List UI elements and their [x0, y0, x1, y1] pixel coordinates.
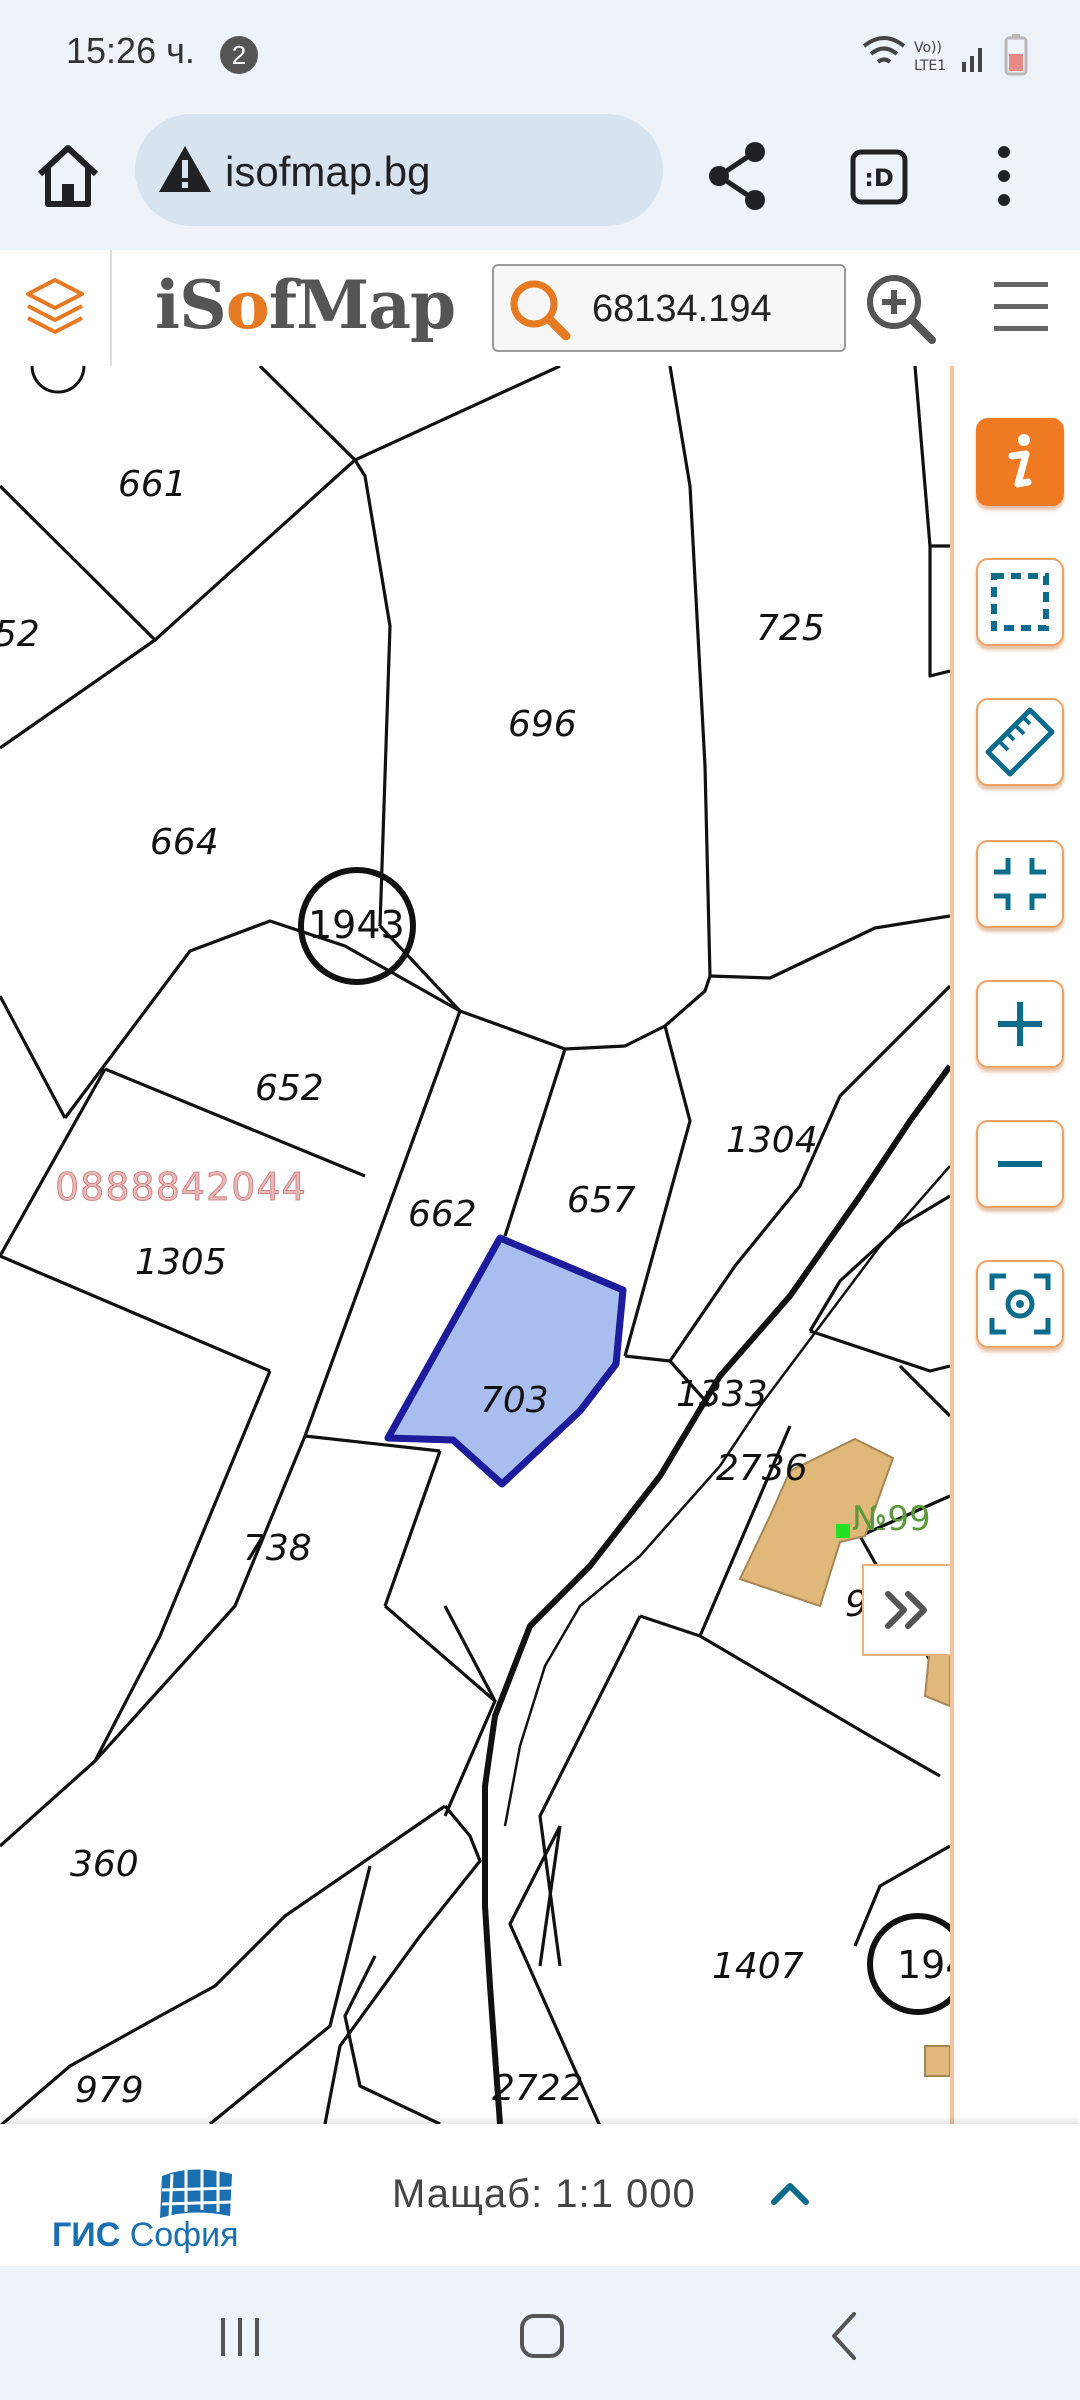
status-icons: Vo)) LTE1	[862, 34, 1028, 76]
more-options-icon[interactable]	[984, 138, 1024, 214]
status-time: 15:26 ч.	[66, 30, 195, 71]
building	[924, 2045, 950, 2077]
tab-switcher-icon[interactable]: :D	[848, 138, 910, 214]
wifi-icon	[862, 36, 906, 64]
volte-icon: Vo))	[914, 40, 942, 56]
search-input[interactable]: 68134.194	[492, 264, 846, 352]
plot-label: 1305	[135, 1242, 227, 1283]
layers-button[interactable]	[0, 250, 112, 366]
browser-toolbar: isofmap.bg :D	[0, 108, 1080, 250]
locate-icon	[989, 1273, 1051, 1335]
svg-text:LTE1: LTE1	[914, 58, 946, 74]
phone-watermark: 0888842044	[55, 1165, 307, 1209]
plot-label: 696	[508, 704, 577, 745]
minus-icon	[998, 1161, 1042, 1167]
plot-label: 979	[75, 2070, 144, 2111]
url-text[interactable]: isofmap.bg	[225, 148, 430, 196]
plus-icon	[998, 1002, 1042, 1046]
plot-label: 738	[243, 1528, 312, 1569]
plot-label: 725	[756, 608, 825, 649]
svg-text::D: :D	[864, 164, 894, 192]
layers-icon	[26, 278, 84, 334]
search-value[interactable]: 68134.194	[592, 288, 772, 331]
plot-label: 1333	[676, 1374, 768, 1415]
home-icon[interactable]	[30, 138, 106, 214]
select-area-button[interactable]	[976, 558, 1064, 646]
double-chevron-right-icon	[885, 1591, 927, 1629]
status-bar: 15:26 ч. 2 Vo)) LTE1	[0, 0, 1080, 108]
address-point	[836, 1524, 850, 1538]
warning-icon[interactable]	[155, 140, 215, 200]
plot-label: 657	[567, 1180, 636, 1221]
plot-label: 661	[118, 464, 187, 505]
zoom-to-icon[interactable]	[862, 270, 938, 346]
fullscreen-icon	[994, 858, 1046, 910]
cadastral-map[interactable]: 661 52 725 696 664 1943 652 1304 662 657…	[0, 366, 950, 2124]
share-icon[interactable]	[705, 138, 771, 214]
locate-button[interactable]	[976, 1260, 1064, 1348]
url-bar[interactable]: isofmap.bg	[135, 114, 663, 226]
map-view[interactable]: 661 52 725 696 664 1943 652 1304 662 657…	[0, 366, 950, 2124]
info-button[interactable]	[976, 418, 1064, 506]
zoom-out-button[interactable]	[976, 1120, 1064, 1208]
plot-label: 703	[480, 1380, 549, 1421]
plot-label: 360	[70, 1844, 139, 1885]
plot-label: 2722	[492, 2068, 584, 2109]
info-icon	[1008, 434, 1032, 488]
expand-panel-button[interactable]	[862, 1564, 950, 1656]
plot-label: 652	[255, 1068, 324, 1109]
back-icon[interactable]	[810, 2306, 880, 2366]
highlighted-plot-703[interactable]	[384, 1234, 627, 1488]
measure-button[interactable]	[976, 698, 1064, 786]
plot-label: 662	[408, 1194, 477, 1235]
recent-apps-icon[interactable]	[205, 2306, 275, 2366]
plot-label: 664	[150, 822, 219, 863]
fullscreen-button[interactable]	[976, 840, 1064, 928]
address-label: №99	[852, 1499, 931, 1539]
plot-label: 2736	[716, 1448, 808, 1489]
battery-icon	[1004, 34, 1028, 76]
system-navigation-bar	[0, 2266, 1080, 2400]
plot-label: 52	[0, 614, 40, 655]
zoom-in-button[interactable]	[976, 980, 1064, 1068]
map-footer: ГИС София Мащаб: 1:1 000	[0, 2124, 1080, 2266]
plot-label: 1407	[712, 1946, 804, 1987]
isofmap-logo[interactable]: iSofMap	[155, 266, 456, 344]
chevron-up-icon[interactable]	[760, 2164, 820, 2224]
gis-logo-city: София	[120, 2216, 239, 2254]
plot-label: 194	[897, 1943, 950, 1987]
signal-icon	[962, 48, 982, 72]
gis-logo-bold: ГИС	[52, 2216, 121, 2254]
dashed-select-icon	[991, 573, 1049, 631]
plot-label: 1304	[726, 1120, 818, 1161]
search-icon[interactable]	[504, 274, 574, 344]
gis-sofia-logo-text: ГИС София	[52, 2216, 239, 2255]
boundary-marker-circle	[30, 366, 86, 394]
notification-count-badge: 2	[220, 36, 258, 74]
home-nav-icon[interactable]	[506, 2306, 576, 2366]
logo-text-end: fMap	[268, 266, 456, 344]
logo-pin-o: o	[225, 266, 270, 344]
scale-label: Мащаб: 1:1 000	[392, 2172, 696, 2216]
hamburger-menu-icon[interactable]	[990, 274, 1052, 340]
map-tools-panel	[950, 366, 1080, 2124]
plot-label: 1943	[308, 903, 405, 947]
logo-text-start: iS	[155, 266, 227, 344]
app-header: iSofMap 68134.194	[0, 250, 1080, 369]
ruler-icon	[985, 707, 1055, 777]
